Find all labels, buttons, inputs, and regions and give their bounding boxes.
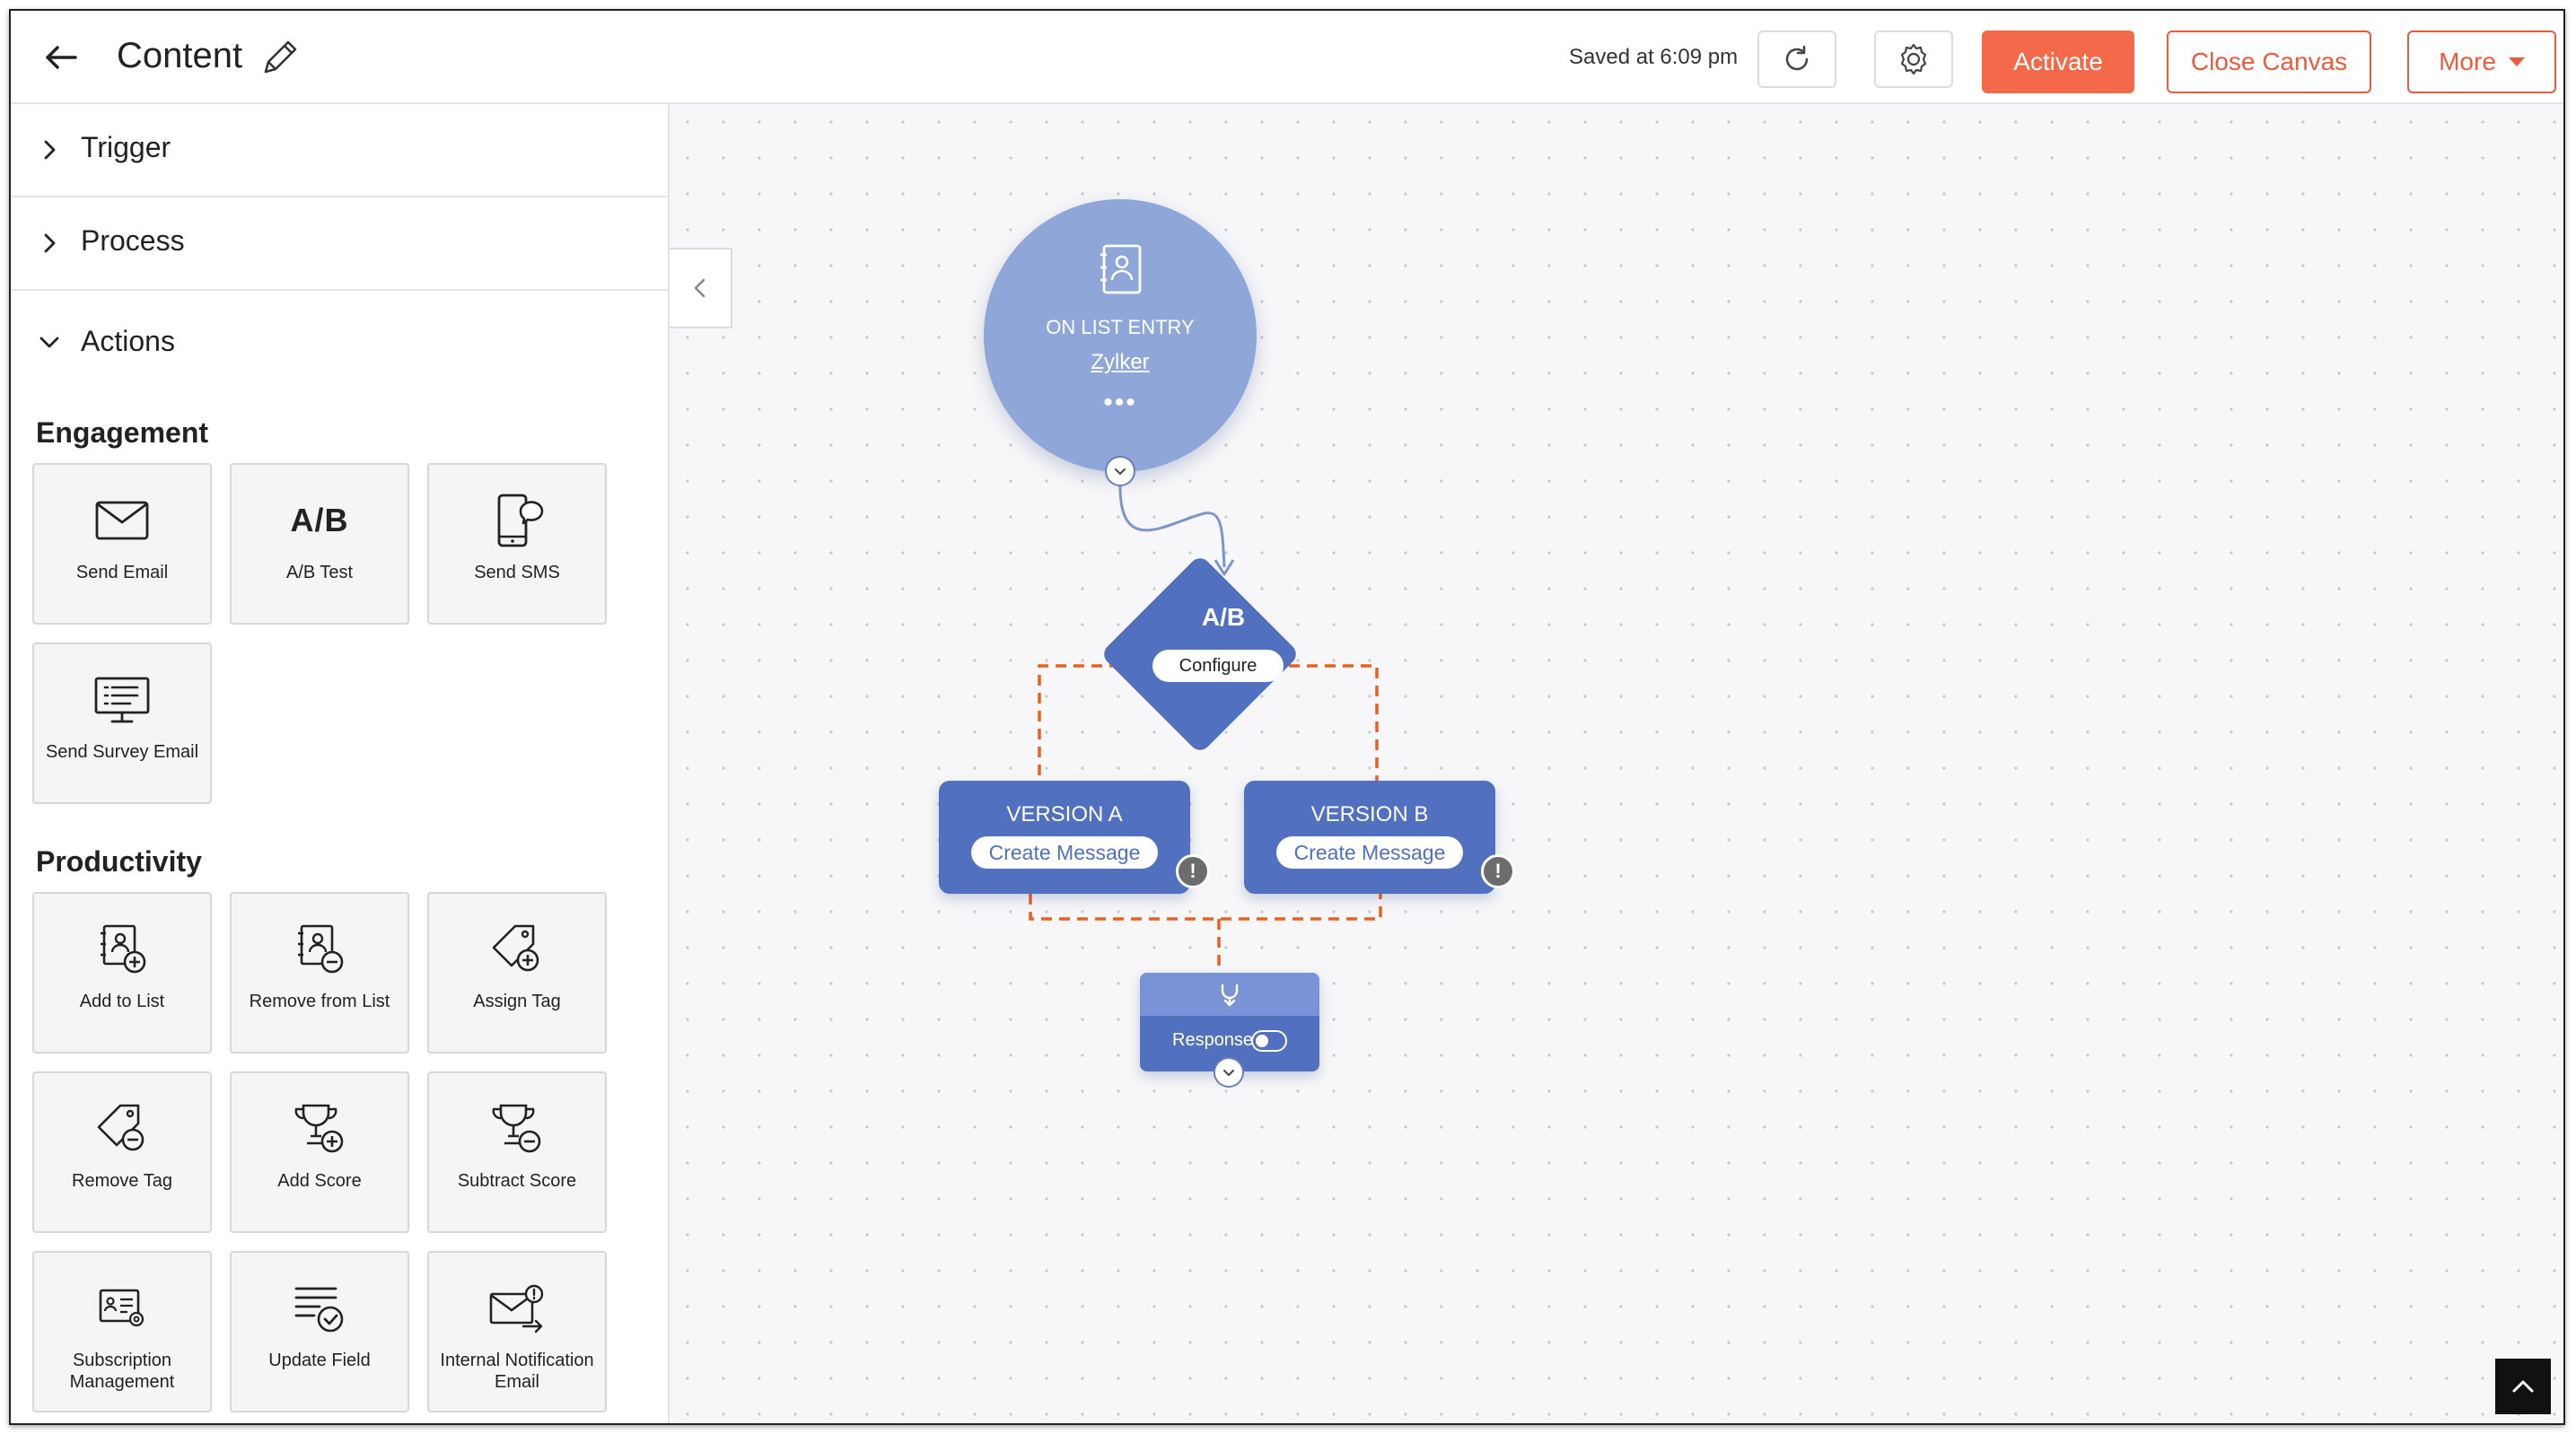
merge-icon [1140, 973, 1319, 1016]
create-message-button[interactable]: Create Message [971, 836, 1158, 869]
response-expand-button[interactable] [1214, 1057, 1244, 1088]
version-b-node[interactable]: VERSION B Create Message [1244, 781, 1495, 894]
trigger-expand-button[interactable] [1105, 456, 1135, 486]
version-title: VERSION A [1006, 802, 1123, 826]
version-a-node[interactable]: VERSION A Create Message [939, 781, 1190, 894]
create-message-button[interactable]: Create Message [1276, 836, 1463, 869]
more-options-icon[interactable]: ••• [984, 388, 1257, 418]
response-label: Response [1172, 1030, 1254, 1050]
chevron-down-icon [1115, 468, 1126, 476]
version-title: VERSION B [1310, 802, 1429, 826]
configure-button[interactable]: Configure [1152, 650, 1284, 682]
ab-node-label: A/B [1201, 603, 1246, 631]
warning-icon[interactable]: ! [1481, 854, 1515, 888]
contact-list-icon [1100, 244, 1142, 294]
scroll-to-top-button[interactable] [2495, 1359, 2551, 1414]
trigger-node-on-list-entry[interactable]: ON LIST ENTRY Zylker ••• [984, 199, 1257, 472]
chevron-down-icon [1223, 1070, 1234, 1077]
app-window: Content Saved at 6:09 pm Activate Close … [9, 9, 2565, 1425]
warning-icon[interactable]: ! [1176, 854, 1210, 888]
response-toggle[interactable] [1251, 1030, 1287, 1052]
trigger-title: ON LIST ENTRY [1046, 316, 1195, 338]
trigger-list-link[interactable]: Zylker [984, 350, 1257, 375]
connector-lines [1029, 485, 1382, 973]
chevron-up-icon [2512, 1380, 2534, 1393]
